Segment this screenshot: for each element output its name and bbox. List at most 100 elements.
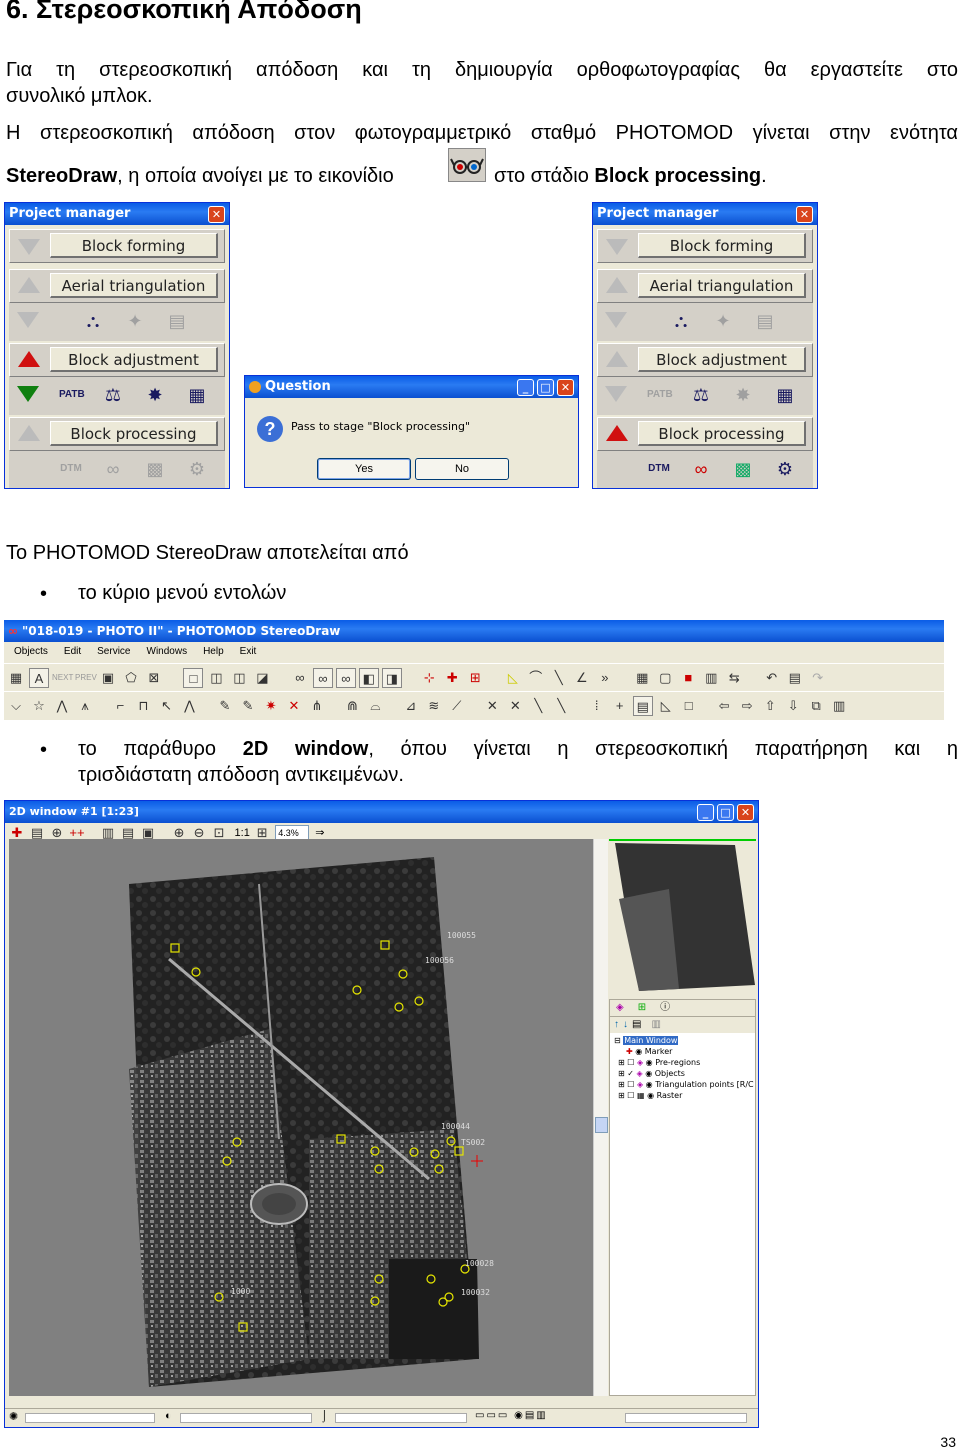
line-2d-icon[interactable]: ╲ [528,696,548,716]
slider-track-2[interactable] [180,1413,312,1423]
select-icon[interactable]: ↖ [156,696,176,716]
slope-icon[interactable]: ⟋ [447,696,467,716]
cross-3d-icon[interactable]: ✕ [505,696,525,716]
overview-panel[interactable] [609,839,756,999]
pen-icon[interactable]: ✎ [215,696,235,716]
balance-icon[interactable]: ⚖ [101,383,125,407]
arch-icon[interactable]: ⌓ [365,696,385,716]
minimize-button[interactable]: _ [517,379,534,396]
stage-button-aerial-triangulation[interactable]: Aerial triangulation [50,273,218,298]
tree-item-marker[interactable]: ✚ ◉ Marker [614,1046,751,1057]
mosaic-icon[interactable]: ▩ [143,457,167,481]
solver-icon[interactable]: ✸ [731,383,755,407]
move-left-icon[interactable]: ⇦ [714,696,734,716]
tree-item-raster[interactable]: ⊞ ☐ ▦ ◉ Raster [614,1090,751,1101]
menu-exit[interactable]: Exit [240,646,257,657]
fork-icon[interactable]: ⋔ [307,696,327,716]
no-button[interactable]: No [415,458,509,480]
join-icon[interactable]: ⊓ [133,696,153,716]
window-4-icon[interactable]: ◪ [252,668,272,688]
dtm-icon[interactable]: DTM [59,457,83,481]
move-down-icon[interactable]: ↓ [623,1019,628,1030]
move-up-icon[interactable]: ↑ [614,1019,619,1030]
table-icon[interactable]: ▦ [6,668,26,688]
prev-icon[interactable]: PREV [75,668,97,688]
doc-icon[interactable]: ▤ [632,696,653,716]
ortho-icon[interactable]: ⚙ [185,457,209,481]
undo-icon[interactable]: ↶ [762,668,782,688]
menu-help[interactable]: Help [203,646,224,657]
snap-icon[interactable]: ⩚ [75,696,95,716]
balance-icon[interactable]: ⚖ [689,383,713,407]
vertex-icon[interactable]: ⌵ [6,696,26,716]
record-icon[interactable]: ■ [678,668,698,688]
tree-item-triangulation-points[interactable]: ⊞ ☐ ◈ ◉ Triangulation points [R/C [614,1079,754,1090]
report-icon[interactable]: ▤ [753,309,777,333]
crop-icon[interactable]: ▣ [98,668,118,688]
trash-icon[interactable]: ▥ [651,1019,660,1030]
pen-2-icon[interactable]: ✎ [238,696,258,716]
move-up-icon[interactable]: ⇧ [760,696,780,716]
stereodraw-icon[interactable]: ∞ [101,457,125,481]
grid-icon[interactable]: ▦ [632,668,652,688]
point-measure-icon[interactable]: ⊞ [465,668,485,688]
points-icon[interactable]: ⛬ [669,309,693,333]
delete-icon[interactable]: ⊠ [144,668,164,688]
menu-service[interactable]: Service [97,646,130,657]
next-icon[interactable]: NEXT [52,668,73,688]
stage-button-block-adjustment[interactable]: Block adjustment [50,347,218,372]
point-add-icon[interactable]: ✚ [442,668,462,688]
zigzag-icon[interactable]: ⋀ [179,696,199,716]
slider-track-3[interactable] [335,1413,467,1423]
contour-icon[interactable]: ≋ [424,696,444,716]
profile-icon[interactable]: ⊿ [401,696,421,716]
slider-track[interactable] [25,1413,155,1423]
menu-edit[interactable]: Edit [64,646,81,657]
angle-icon[interactable]: ∠ [572,668,592,688]
properties-icon[interactable]: ▤ [632,1019,641,1030]
curve-icon[interactable]: ⌒ [526,668,546,688]
redo-icon[interactable]: ↷ [808,668,828,688]
ortho-icon[interactable]: ⚙ [773,457,797,481]
close-button[interactable]: ✕ [737,804,754,821]
menu-windows[interactable]: Windows [147,646,188,657]
stage-button-block-processing[interactable]: Block processing [50,421,218,446]
stage-button-block-forming[interactable]: Block forming [638,233,806,258]
point-icon[interactable]: ⊹ [419,668,439,688]
polygon-icon[interactable]: ⬠ [121,668,141,688]
line-3d-icon[interactable]: ╲ [551,696,571,716]
stereo-3-icon[interactable]: ∞ [335,668,356,688]
stage-button-block-processing[interactable]: Block processing [638,421,806,446]
minimize-button[interactable]: _ [697,804,714,821]
tab-grid-icon[interactable]: ⊞ [638,1002,646,1013]
window-1-icon[interactable]: □ [183,668,204,688]
measure-icon[interactable]: ✦ [123,309,147,333]
window-2-icon[interactable]: ◫ [206,668,226,688]
solver-icon[interactable]: ✸ [143,383,167,407]
pat-b-icon[interactable]: PATB [647,383,673,407]
scroll-thumb[interactable] [595,1117,608,1133]
paste-icon[interactable]: ▥ [829,696,849,716]
stereodraw-icon[interactable]: ∞ [689,457,713,481]
break-icon[interactable]: ⌐ [110,696,130,716]
measure-icon[interactable]: ✦ [711,309,735,333]
frame-icon[interactable]: ▢ [655,668,675,688]
arrows-icon[interactable]: ⇆ [724,668,744,688]
close-button[interactable]: ✕ [557,379,574,396]
view-mode-icons[interactable]: ▭▭▭ ◉▤▥ [475,1410,548,1421]
bridge-icon[interactable]: ⋒ [342,696,362,716]
polyline-icon[interactable]: ☆ [29,696,49,716]
stereo-2-icon[interactable]: ∞ [312,668,333,688]
report-icon[interactable]: ▦ [773,383,797,407]
report-icon[interactable]: ▦ [185,383,209,407]
move-down-icon[interactable]: ⇩ [783,696,803,716]
dtm-icon[interactable]: DTM [647,457,671,481]
layers-icon[interactable]: ▥ [701,668,721,688]
window-3-icon[interactable]: ◫ [229,668,249,688]
cross-icon[interactable]: ✕ [284,696,304,716]
close-button[interactable]: ✕ [796,206,813,223]
tree-item-objects[interactable]: ⊞ ✓ ◈ ◉ Objects [614,1068,751,1079]
stage-button-block-forming[interactable]: Block forming [50,233,218,258]
vertical-scrollbar[interactable] [593,839,608,1396]
maximize-button[interactable]: □ [717,804,734,821]
